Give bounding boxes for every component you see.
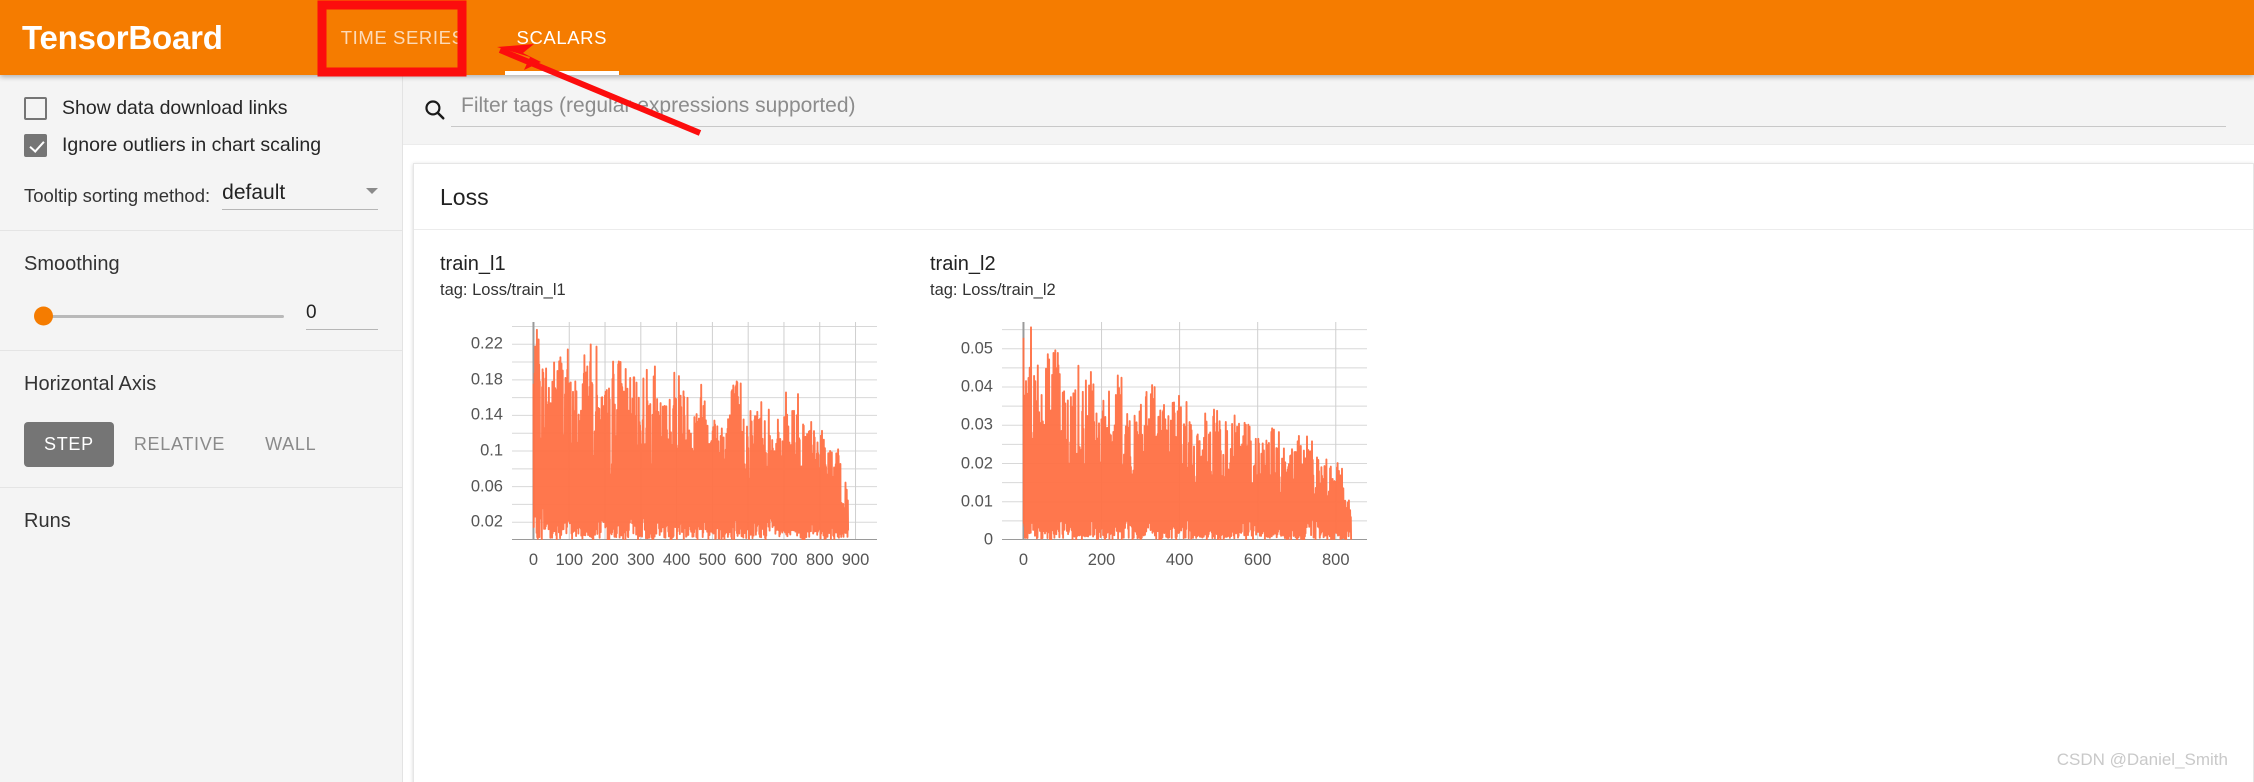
tooltip-sorting-value: default — [222, 181, 286, 204]
chart-train-l2[interactable]: train_l2 tag: Loss/train_l2 0 0.01 0.02 0.0… — [930, 252, 1385, 573]
x-tick-label: 700 — [770, 551, 798, 569]
x-tick-label: 0 — [528, 551, 539, 569]
body-wrapper: Show data download links Ignore outliers… — [0, 75, 2254, 782]
smoothing-value-input[interactable]: 0 — [306, 302, 378, 330]
y-tick-label: 0.14 — [470, 405, 503, 424]
y-axis-labels-train-l1: 0.02 0.06 0.1 0.14 0.18 0.22 — [440, 322, 512, 540]
axis-button-wall[interactable]: WALL — [245, 422, 336, 467]
chart-tag-train-l1: tag: Loss/train_l1 — [440, 281, 566, 299]
axis-button-step[interactable]: STEP — [24, 422, 114, 467]
sidebar-smoothing-section: Smoothing 0 — [0, 231, 402, 351]
checkbox-label-download-links: Show data download links — [62, 97, 288, 119]
sidebar-runs-section: Runs — [0, 488, 402, 553]
y-tick-label: 0.18 — [470, 370, 503, 389]
plot-train-l2: 0 0.01 0.02 0.03 0.04 0.05 — [930, 322, 1385, 549]
x-tick-label: 600 — [734, 551, 762, 569]
smoothing-slider[interactable] — [34, 306, 284, 326]
chart-title-train-l2: train_l2 — [930, 253, 996, 275]
y-axis-labels-train-l2: 0 0.01 0.02 0.03 0.04 0.05 — [930, 322, 1002, 548]
chart-train-l1[interactable]: train_l1 tag: Loss/train_l1 0.02 0.06 0.1 0… — [440, 252, 895, 573]
tooltip-sorting-label: Tooltip sorting method: — [24, 185, 211, 206]
y-tick-label: 0 — [983, 530, 993, 549]
app-header: TensorBoard TIME SERIES SCALARS — [0, 0, 2254, 75]
app-brand: TensorBoard — [22, 18, 223, 56]
checkbox-ignore-outliers[interactable]: Ignore outliers in chart scaling — [24, 134, 378, 157]
x-tick-label: 800 — [1322, 551, 1350, 569]
y-tick-label: 0.1 — [480, 441, 503, 460]
y-tick-label: 0.04 — [960, 377, 993, 396]
x-tick-label: 300 — [627, 551, 655, 569]
sidebar-horizontal-axis-section: Horizontal Axis STEP RELATIVE WALL — [0, 351, 402, 488]
tooltip-sorting-row: Tooltip sorting method: default — [24, 181, 378, 210]
x-tick-label: 200 — [1087, 551, 1116, 569]
tab-scalars[interactable]: SCALARS — [491, 0, 634, 75]
tab-time-series[interactable]: TIME SERIES — [315, 0, 491, 75]
y-tick-label: 0.02 — [470, 512, 503, 531]
y-tick-label: 0.01 — [960, 492, 993, 511]
x-axis-labels-train-l2: 0 200 400 600 800 — [1002, 545, 1385, 573]
filter-bar — [403, 75, 2254, 145]
charts-area: Loss train_l1 tag: Loss/train_l1 0.02 0.0… — [403, 145, 2254, 782]
chevron-down-icon — [366, 188, 378, 194]
watermark: CSDN @Daniel_Smith — [2056, 750, 2228, 769]
x-tick-label: 900 — [841, 551, 870, 569]
search-icon — [417, 97, 451, 122]
y-tick-label: 0.06 — [470, 477, 503, 496]
runs-title: Runs — [24, 510, 71, 532]
y-tick-label: 0.02 — [960, 454, 993, 472]
nav-tabs: TIME SERIES SCALARS — [315, 0, 633, 75]
y-tick-label: 0.22 — [470, 334, 503, 353]
smoothing-slider-knob[interactable] — [34, 306, 53, 326]
plot-canvas-train-l1[interactable] — [512, 322, 877, 545]
tooltip-sorting-select[interactable]: default — [222, 181, 378, 210]
x-tick-label: 0 — [1018, 551, 1029, 569]
card-title: Loss — [414, 164, 2253, 230]
sidebar-options-section: Show data download links Ignore outliers… — [0, 75, 402, 231]
checked-box-icon[interactable] — [24, 134, 47, 157]
charts-row: train_l1 tag: Loss/train_l1 0.02 0.06 0.1 0… — [414, 230, 2253, 573]
x-axis-labels-train-l1: 0 100 200 300 400 500 600 700 800 900 — [512, 545, 895, 573]
chart-title-train-l1: train_l1 — [440, 253, 506, 275]
y-tick-label: 0.05 — [960, 339, 993, 358]
sidebar: Show data download links Ignore outliers… — [0, 75, 403, 782]
x-tick-label: 400 — [1165, 551, 1194, 569]
smoothing-row: 0 — [24, 302, 378, 330]
axis-button-relative[interactable]: RELATIVE — [114, 422, 245, 467]
smoothing-title: Smoothing — [24, 253, 120, 275]
loss-card: Loss train_l1 tag: Loss/train_l1 0.02 0.0… — [413, 163, 2254, 782]
x-tick-label: 600 — [1243, 551, 1272, 569]
horizontal-axis-title: Horizontal Axis — [24, 373, 157, 395]
checkbox-show-data-download-links[interactable]: Show data download links — [24, 97, 378, 120]
main-pane: Loss train_l1 tag: Loss/train_l1 0.020.0… — [403, 75, 2254, 782]
plot-canvas-train-l2[interactable] — [1002, 322, 1367, 545]
unchecked-box-icon[interactable] — [24, 97, 47, 120]
plot-train-l1: 0.02 0.06 0.1 0.14 0.18 0.22 — [440, 322, 895, 545]
x-tick-label: 500 — [698, 551, 727, 569]
filter-tags-input[interactable] — [451, 92, 2226, 127]
x-tick-label: 400 — [662, 551, 691, 569]
x-tick-label: 800 — [805, 551, 834, 569]
horizontal-axis-buttons: STEP RELATIVE WALL — [24, 422, 378, 467]
chart-tag-train-l2: tag: Loss/train_l2 — [930, 281, 1056, 299]
y-tick-label: 0.03 — [960, 415, 993, 434]
checkbox-label-ignore-outliers: Ignore outliers in chart scaling — [62, 134, 322, 156]
x-tick-label: 100 — [555, 551, 584, 569]
x-tick-label: 200 — [591, 551, 619, 569]
